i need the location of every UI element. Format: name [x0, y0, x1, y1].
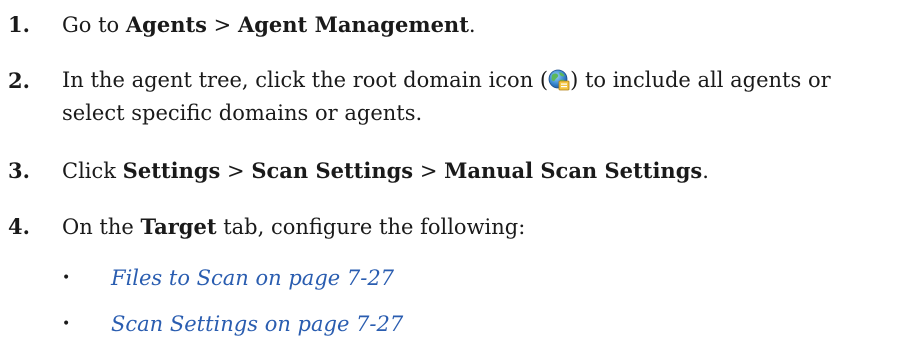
bullet-icon: •: [62, 270, 71, 286]
menu-manual-scan-settings: Manual Scan Settings: [444, 158, 703, 183]
step-text-prefix: Go to: [62, 13, 126, 37]
step-text: On the Target tab, configure the followi…: [62, 210, 907, 244]
menu-separator: >: [220, 159, 252, 183]
tab-target-label: Target: [140, 214, 217, 239]
step-text-suffix: .: [468, 13, 476, 37]
step-text: Go to Agents > Agent Management.: [62, 8, 907, 42]
step-text-suffix: tab, configure the following:: [216, 215, 526, 239]
menu-separator: >: [207, 13, 238, 37]
step-number: 4.: [8, 214, 30, 239]
scan-settings-link[interactable]: Scan Settings on page 7-27: [111, 308, 403, 341]
step-text-line1-end: ) to include all agents or: [570, 68, 831, 92]
step-text-line2: select specific domains or agents.: [62, 101, 423, 125]
root-domain-globe-icon: [548, 68, 570, 91]
step-text-suffix: .: [702, 159, 709, 183]
files-to-scan-link[interactable]: Files to Scan on page 7-27: [111, 262, 394, 295]
menu-settings: Settings: [122, 158, 221, 183]
step-number: 2.: [8, 68, 30, 93]
step-text-prefix: On the: [62, 215, 141, 239]
step-text: Click Settings > Scan Settings > Manual …: [62, 154, 907, 188]
step-number: 3.: [8, 158, 30, 183]
menu-agent-management: Agent Management: [237, 12, 469, 37]
menu-agents: Agents: [125, 12, 207, 37]
menu-scan-settings: Scan Settings: [251, 158, 414, 183]
bullet-icon: •: [62, 316, 71, 332]
step-number: 1.: [8, 12, 30, 37]
step-text: In the agent tree, click the root domain…: [62, 64, 907, 130]
step-text-prefix: Click: [62, 159, 123, 183]
menu-separator: >: [413, 159, 445, 183]
step-text-line1-start: In the agent tree, click the root domain…: [62, 68, 549, 92]
